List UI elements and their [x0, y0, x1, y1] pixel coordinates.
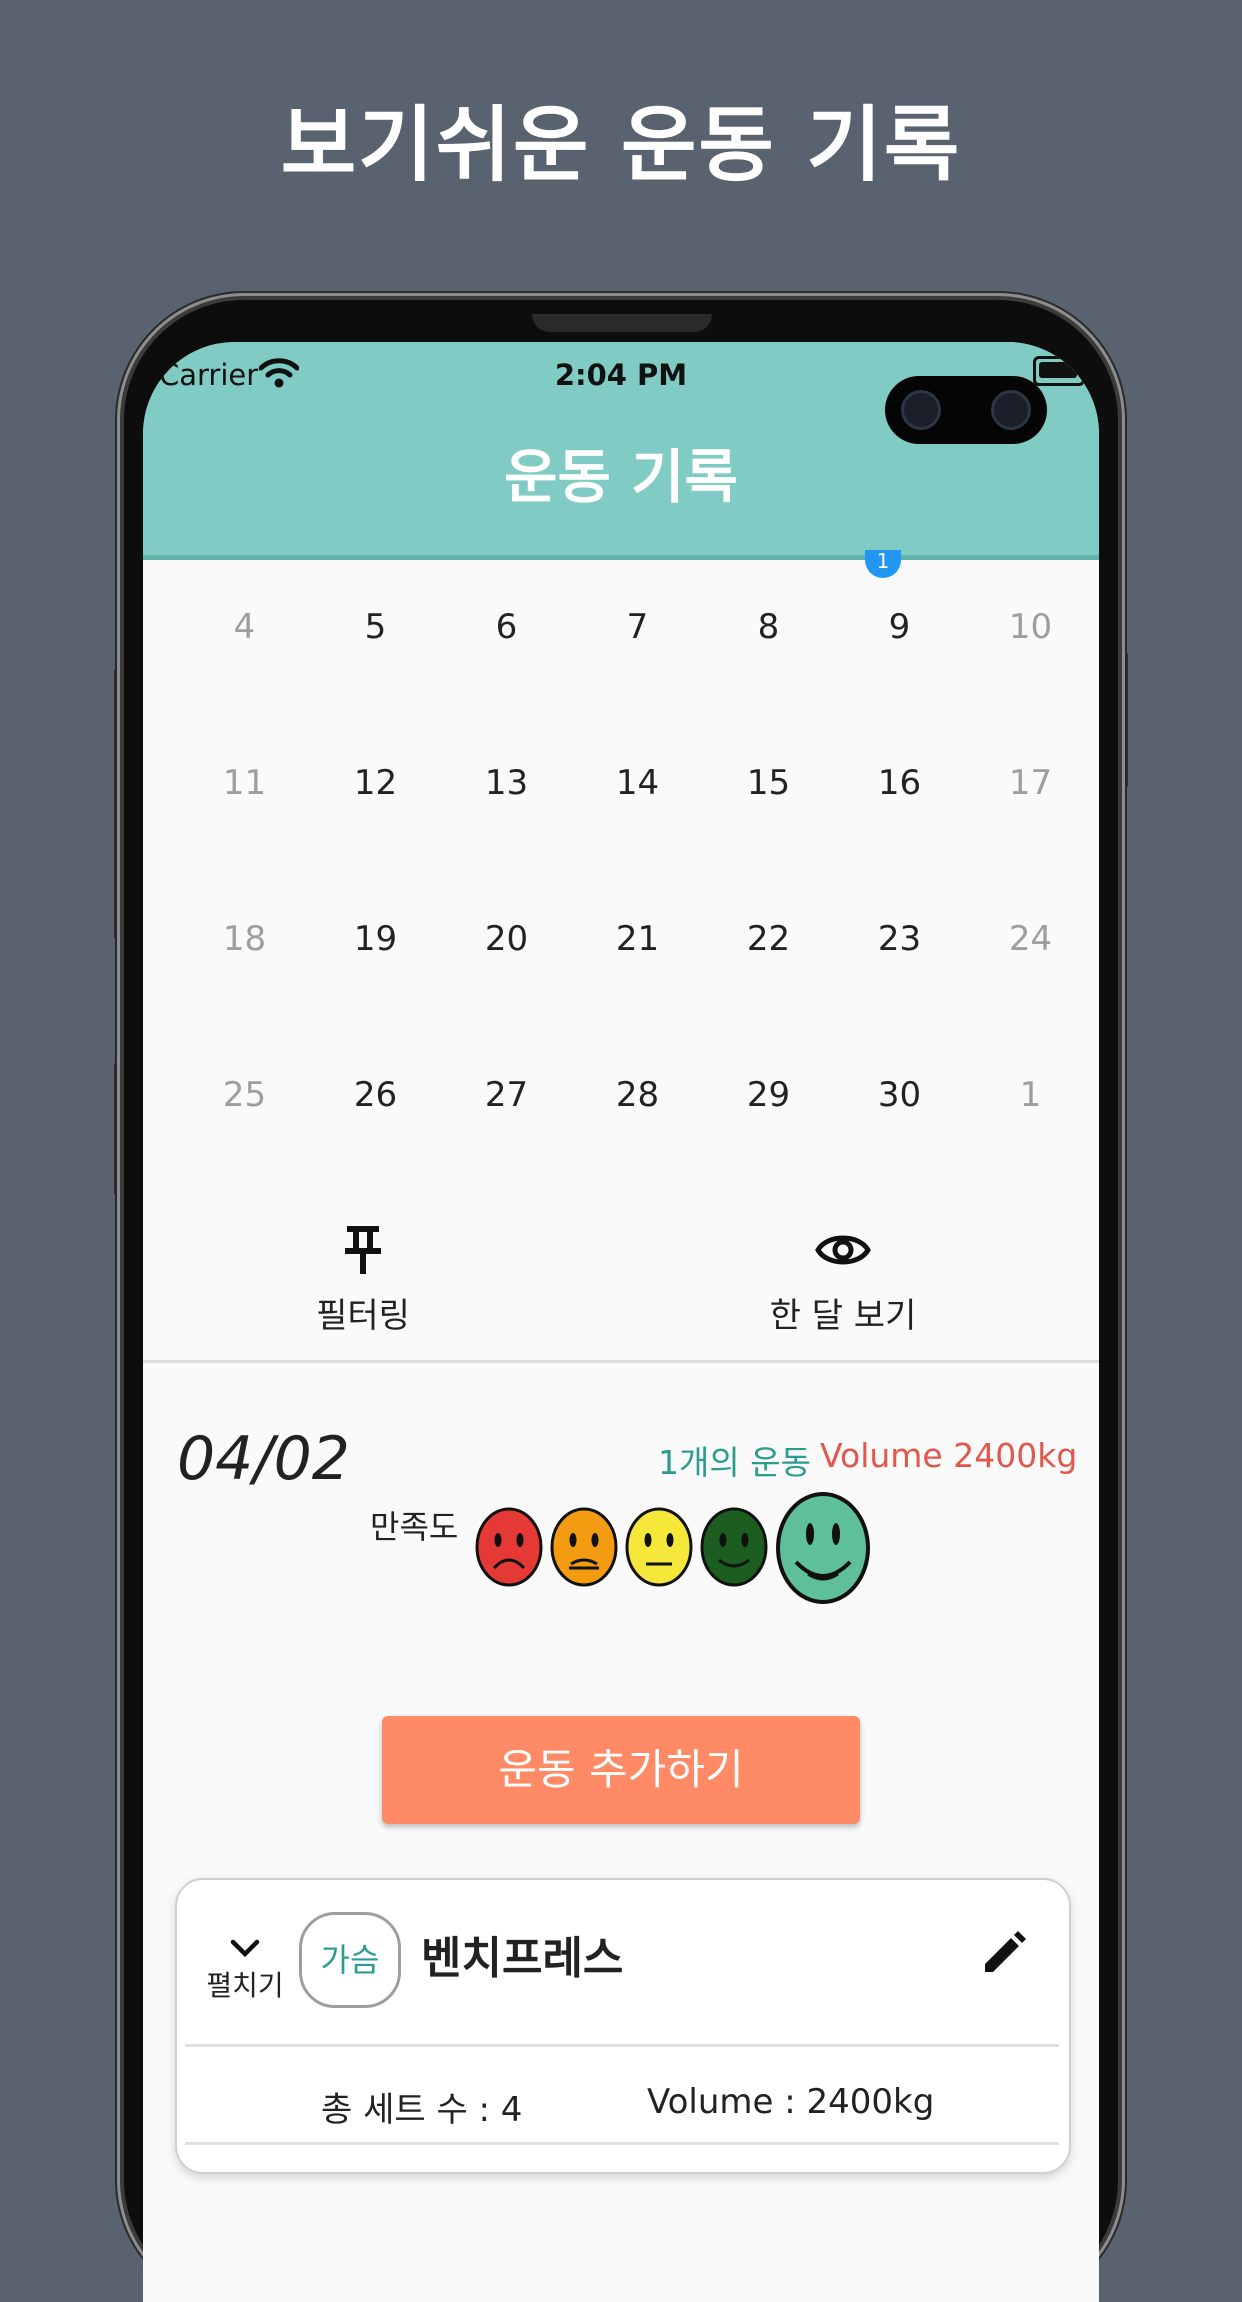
exercise-count: 1개의 운동 [658, 1443, 811, 1482]
expand-label: 펼치기 [206, 1969, 284, 2002]
calendar-day[interactable]: 10 [965, 597, 1096, 753]
calendar-day[interactable]: 9 [834, 597, 965, 753]
satisfaction-label: 만족도 [370, 1508, 459, 1546]
card-divider [185, 2044, 1059, 2047]
calendar-day[interactable]: 27 [441, 1065, 572, 1221]
app-bar: Carrier 2:04 PM 운동 기록 [143, 342, 1099, 560]
calendar-day[interactable]: 5 [310, 597, 441, 753]
calendar-day[interactable]: 7 [572, 597, 703, 753]
calendar-day[interactable]: 15 [703, 753, 834, 909]
exercise-card: 펼치기 가슴 벤치프레스 총 세트 수 : 4 Volume : 2400kg [175, 1878, 1071, 2174]
total-sets: 총 세트 수 : 4 [321, 2090, 523, 2130]
filter-button[interactable]: 필터링 [303, 1222, 423, 1337]
eye-icon [815, 1235, 871, 1265]
calendar-day[interactable]: 18 [179, 909, 310, 1065]
calendar-day[interactable]: 30 [834, 1065, 965, 1221]
phone-screen: Carrier 2:04 PM 운동 기록 1 4 5 6 7 8 9 10 11 12 13 14… [143, 342, 1099, 2302]
calendar-day[interactable]: 16 [834, 753, 965, 909]
category-chip: 가슴 [299, 1912, 401, 2008]
exercise-volume: Volume : 2400kg [647, 2082, 935, 2122]
chevron-down-icon [230, 1939, 260, 1958]
satisfaction-face-very-bad[interactable] [474, 1506, 544, 1588]
pencil-icon[interactable] [977, 1928, 1029, 1980]
expand-toggle[interactable]: 펼치기 [205, 1936, 285, 2004]
satisfaction-face-neutral[interactable] [624, 1506, 694, 1588]
calendar-day[interactable]: 17 [965, 753, 1096, 909]
calendar-grid: 4 5 6 7 8 9 10 11 12 13 14 15 16 17 18 19 20 21 22 23 24 25 26… [179, 597, 1099, 1221]
calendar-day[interactable]: 12 [310, 753, 441, 909]
calendar-day[interactable]: 26 [310, 1065, 441, 1221]
phone-frame: Carrier 2:04 PM 운동 기록 1 4 5 6 7 8 9 10 11 12 13 14… [124, 300, 1118, 2302]
filter-label: 필터링 [316, 1296, 410, 1336]
phone-side-button [114, 1062, 122, 1196]
speaker-grille [532, 314, 712, 332]
section-divider [143, 1360, 1099, 1363]
exercise-name: 벤치프레스 [421, 1933, 624, 1984]
camera-lens [901, 390, 941, 430]
pin-icon [345, 1226, 381, 1274]
calendar-day[interactable]: 4 [179, 597, 310, 753]
event-badge: 1 [865, 550, 901, 578]
month-view-button[interactable]: 한 달 보기 [763, 1222, 923, 1337]
satisfaction-face-bad[interactable] [549, 1506, 619, 1588]
promo-title: 보기쉬운 운동 기록 [280, 98, 962, 193]
calendar-day[interactable]: 13 [441, 753, 572, 909]
phone-side-button [1120, 652, 1128, 788]
calendar-day[interactable]: 1 [965, 1065, 1096, 1221]
day-volume: Volume 2400kg [820, 1436, 1078, 1475]
calendar-day[interactable]: 29 [703, 1065, 834, 1221]
calendar-day[interactable]: 28 [572, 1065, 703, 1221]
page-title: 운동 기록 [504, 443, 738, 511]
calendar-day[interactable]: 23 [834, 909, 965, 1065]
calendar-day[interactable]: 14 [572, 753, 703, 909]
add-exercise-button[interactable]: 운동 추가하기 [382, 1716, 860, 1824]
calendar-day[interactable]: 11 [179, 753, 310, 909]
calendar-day[interactable]: 22 [703, 909, 834, 1065]
satisfaction-face-very-good-selected[interactable] [774, 1490, 872, 1606]
camera-lens [991, 390, 1031, 430]
calendar-day[interactable]: 21 [572, 909, 703, 1065]
calendar-day[interactable]: 19 [310, 909, 441, 1065]
satisfaction-face-good[interactable] [699, 1506, 769, 1588]
calendar-day[interactable]: 20 [441, 909, 572, 1065]
selected-date: 04/02 [177, 1424, 350, 1494]
battery-icon [1033, 356, 1085, 386]
calendar-day[interactable]: 24 [965, 909, 1096, 1065]
card-divider [185, 2142, 1059, 2145]
calendar-day[interactable]: 6 [441, 597, 572, 753]
phone-side-button [114, 668, 122, 940]
calendar-day[interactable]: 25 [179, 1065, 310, 1221]
month-view-label: 한 달 보기 [769, 1296, 917, 1336]
calendar-day[interactable]: 8 [703, 597, 834, 753]
